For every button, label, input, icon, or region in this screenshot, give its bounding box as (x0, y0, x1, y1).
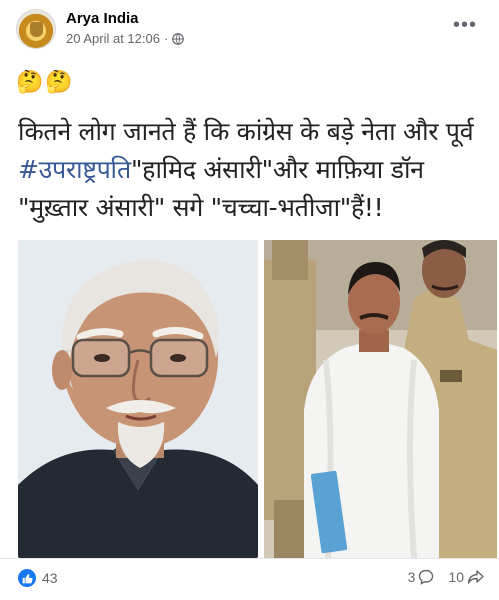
post-timestamp[interactable]: 20 April at 12:06 (66, 31, 160, 46)
image-headline: कितने लोग जानते हैं कि कांग्रेस के बड़े … (18, 113, 488, 227)
post-header: Arya India 20 April at 12:06 · ••• (0, 0, 499, 60)
share-icon (467, 570, 484, 584)
like-reaction-icon (18, 569, 36, 587)
photo-right-scene[interactable] (264, 240, 497, 558)
reactions-count: 43 (42, 570, 58, 586)
reactions-summary[interactable]: 43 (18, 569, 58, 587)
more-options-button[interactable]: ••• (453, 14, 477, 37)
post-caption: 🤔🤔 (16, 68, 486, 96)
thumbs-up-icon (22, 573, 33, 583)
comment-icon (419, 569, 434, 585)
portrait-illustration (18, 240, 258, 558)
shares-count: 10 (448, 569, 464, 585)
engagement-stats: 3 10 (408, 569, 485, 585)
photo-left-portrait[interactable] (18, 240, 258, 558)
headline-line-1: कितने लोग जानते हैं कि कांग्रेस के बड़े … (18, 117, 474, 146)
caption-emojis: 🤔🤔 (16, 69, 75, 94)
hashtag-vice-president[interactable]: #उपराष्ट्रपति (18, 155, 131, 184)
shares-count-button[interactable]: 10 (448, 569, 485, 585)
headline-line-2: #उपराष्ट्रपति"हामिद अंसारी"और माफ़िया डॉ… (18, 151, 488, 189)
scene-illustration (264, 240, 497, 558)
comments-count-button[interactable]: 3 (408, 569, 435, 585)
post-meta: 20 April at 12:06 · (66, 31, 185, 46)
page-avatar[interactable] (16, 9, 56, 49)
footer-divider (0, 558, 499, 559)
globe-icon (172, 32, 185, 45)
headline-line-3: "मुख़्तार अंसारी" सगे "चच्चा-भतीजा"हैं!! (18, 193, 384, 222)
page-name-link[interactable]: Arya India (66, 10, 139, 27)
comments-count: 3 (407, 569, 416, 585)
headline-line-2-rest: "हामिद अंसारी"और माफ़िया डॉन (130, 155, 424, 184)
